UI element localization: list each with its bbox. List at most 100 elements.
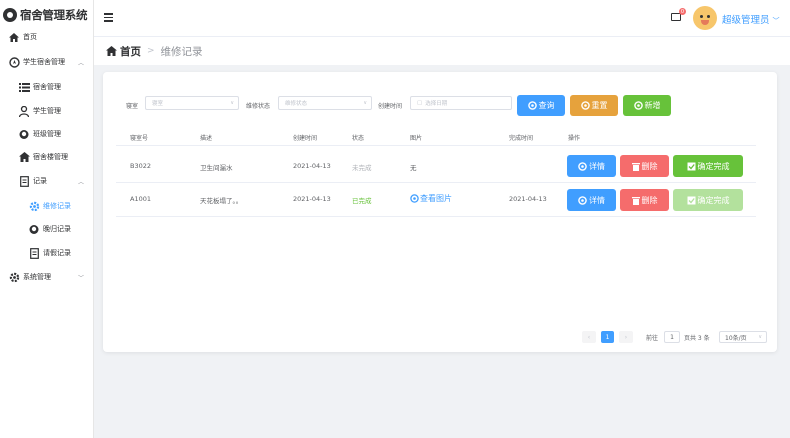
delete-button[interactable]: 删除 <box>620 189 669 211</box>
compass-icon <box>8 56 20 68</box>
late-return-icon <box>28 223 40 235</box>
user-menu[interactable]: 超级管理员 ﹀ <box>722 12 780 26</box>
breadcrumb-separator: > <box>147 46 155 56</box>
view-image-link[interactable]: 查看图片 <box>410 193 452 204</box>
divider <box>116 145 756 146</box>
settings-icon <box>8 271 20 283</box>
delete-button[interactable]: 删除 <box>620 155 669 177</box>
status-filter-label: 维修状态 <box>246 103 271 110</box>
cell-image: 无 <box>410 164 417 172</box>
sidebar-item-label: 学生宿舍管理 <box>23 58 65 66</box>
app-title: 宿舍管理系统 <box>20 8 88 22</box>
cell-finished: 2021-04-13 <box>509 195 547 203</box>
room-select-placeholder: 寝室 <box>152 101 164 107</box>
detail-button[interactable]: 详情 <box>567 189 616 211</box>
sidebar: 宿舍管理系统 首页 学生宿舍管理 ︿ 宿舍管理 学生管理 班级管理 宿舍楼管理 … <box>0 0 94 438</box>
sidebar-item-students[interactable]: 学生管理 <box>0 101 94 121</box>
list-icon <box>18 81 30 93</box>
date-picker[interactable]: ▢ 选择日期 <box>410 96 512 110</box>
divider <box>116 182 756 183</box>
user-name: 超级管理员 <box>722 15 770 26</box>
cell-room: B3022 <box>130 162 152 170</box>
sidebar-item-label: 维修记录 <box>43 202 71 210</box>
sidebar-item-dorm-admin[interactable]: 学生宿舍管理 ︿ <box>0 52 94 72</box>
page-button-current[interactable]: 1 <box>601 331 614 343</box>
gear-icon <box>28 200 40 212</box>
chevron-down-icon: ∨ <box>363 100 367 106</box>
prev-page-button[interactable]: ‹ <box>582 331 596 343</box>
sidebar-item-home[interactable]: 首页 <box>0 27 94 47</box>
building-icon <box>18 151 30 163</box>
sidebar-item-label: 班级管理 <box>33 130 61 138</box>
brand: 宿舍管理系统 <box>0 0 93 30</box>
complete-button[interactable]: 确定完成 <box>673 155 743 177</box>
cell-room: A1001 <box>130 195 151 203</box>
sidebar-item-label: 宿舍楼管理 <box>33 153 68 161</box>
detail-button[interactable]: 详情 <box>567 155 616 177</box>
chevron-down-icon: ﹀ <box>77 274 84 282</box>
class-icon <box>18 128 30 140</box>
column-header-actions: 操作 <box>568 135 581 142</box>
breadcrumb-home[interactable]: 首页 <box>106 44 141 59</box>
goto-page-input[interactable]: 1 <box>664 331 680 343</box>
home-icon <box>8 31 20 43</box>
user-icon <box>18 105 30 117</box>
home-icon <box>106 46 117 56</box>
sidebar-item-label: 系统管理 <box>23 273 51 281</box>
sidebar-item-late-return[interactable]: 晚归记录 <box>0 219 94 239</box>
goto-label: 前往 <box>646 334 659 342</box>
sidebar-item-repair[interactable]: 维修记录 <box>0 196 94 216</box>
sidebar-item-leave[interactable]: 请假记录 <box>0 243 94 263</box>
check-icon <box>687 162 695 170</box>
column-header-room: 寝室号 <box>130 135 149 142</box>
divider <box>116 216 756 217</box>
sidebar-item-label: 晚归记录 <box>43 225 71 233</box>
cell-created: 2021-04-13 <box>293 162 331 170</box>
menu-toggle-icon[interactable] <box>104 13 113 24</box>
query-button-label: 查询 <box>538 101 555 110</box>
chevron-down-icon: ∨ <box>758 334 762 340</box>
room-select[interactable]: 寝室 ∨ <box>145 96 239 110</box>
sidebar-item-buildings[interactable]: 宿舍楼管理 <box>0 147 94 167</box>
cell-status: 未完成 <box>352 164 372 172</box>
column-header-finished: 完成时间 <box>509 135 534 142</box>
calendar-icon: ▢ <box>417 100 423 106</box>
breadcrumb: 首页 > 维修记录 <box>94 37 790 65</box>
date-filter-label: 创建时间 <box>378 103 403 110</box>
sidebar-item-label: 请假记录 <box>43 249 71 257</box>
sidebar-item-records[interactable]: 记录 ︿ <box>0 171 94 191</box>
search-icon <box>410 194 419 203</box>
add-button[interactable]: 新增 <box>623 95 671 116</box>
sidebar-item-label: 宿舍管理 <box>33 83 61 91</box>
logo-icon <box>3 8 17 22</box>
sidebar-item-system[interactable]: 系统管理 ﹀ <box>0 267 94 287</box>
page-size-value: 10条/页 <box>725 334 747 342</box>
status-select[interactable]: 维修状态 ∨ <box>278 96 372 110</box>
column-header-created: 创建时间 <box>293 135 318 142</box>
sidebar-item-dorm[interactable]: 宿舍管理 <box>0 77 94 97</box>
top-header: 0 超级管理员 ﹀ <box>94 0 790 37</box>
delete-button-label: 删除 <box>641 195 658 205</box>
reset-button[interactable]: 重置 <box>570 95 618 116</box>
chevron-up-icon: ︿ <box>77 178 84 186</box>
page-size-select[interactable]: 10条/页 ∨ <box>719 331 767 343</box>
add-icon <box>633 101 643 110</box>
status-select-placeholder: 维修状态 <box>285 101 308 107</box>
sidebar-item-label: 首页 <box>23 33 37 41</box>
chevron-down-icon: ∨ <box>230 100 234 106</box>
content-card <box>103 72 777 352</box>
search-icon <box>527 101 537 110</box>
date-picker-placeholder: 选择日期 <box>425 101 448 107</box>
add-button-label: 新增 <box>644 101 661 110</box>
next-page-button[interactable]: › <box>619 331 633 343</box>
breadcrumb-home-label: 首页 <box>120 45 141 58</box>
trash-icon <box>631 196 640 205</box>
column-header-description: 描述 <box>200 135 213 142</box>
total-count: 页共 3 条 <box>684 334 710 342</box>
avatar[interactable] <box>693 6 717 30</box>
query-button[interactable]: 查询 <box>517 95 565 116</box>
sidebar-item-classes[interactable]: 班级管理 <box>0 124 94 144</box>
cell-created: 2021-04-13 <box>293 195 331 203</box>
check-icon <box>687 196 695 204</box>
breadcrumb-current: 维修记录 <box>160 45 203 58</box>
